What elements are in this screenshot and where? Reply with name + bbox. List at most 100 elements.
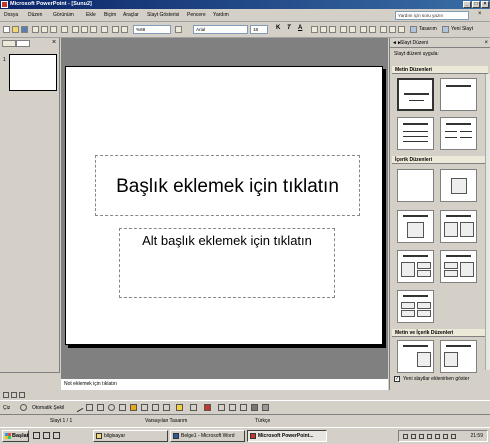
- underline-button[interactable]: A: [298, 25, 302, 31]
- rectangle-icon[interactable]: [97, 404, 104, 411]
- layout-title-2-over-content[interactable]: [440, 250, 477, 283]
- slide-sorter-icon[interactable]: [11, 392, 17, 398]
- paste-icon[interactable]: [90, 26, 97, 33]
- show-layout-checkbox[interactable]: ✓: [394, 376, 400, 382]
- slide-show-icon[interactable]: [19, 392, 25, 398]
- quicklaunch-ie-icon[interactable]: [33, 432, 40, 439]
- font-shrink-icon[interactable]: [369, 26, 376, 33]
- subtitle-placeholder[interactable]: Alt başlık eklemek için tıklatın: [119, 228, 335, 298]
- menu-gorunum[interactable]: Görünüm: [53, 12, 74, 18]
- align-left-icon[interactable]: [311, 26, 318, 33]
- menu-slayt-gosterisi[interactable]: Slayt Gösterisi: [147, 12, 179, 18]
- tray-messenger-icon[interactable]: [435, 434, 440, 439]
- title-placeholder[interactable]: Başlık eklemek için tıklatın: [95, 155, 360, 216]
- tray-display-icon[interactable]: [451, 434, 456, 439]
- email-icon[interactable]: [32, 26, 39, 33]
- copy-icon[interactable]: [81, 26, 88, 33]
- font-select[interactable]: Arial: [193, 25, 248, 34]
- new-slide-icon[interactable]: [442, 26, 449, 33]
- dash-style-icon[interactable]: [229, 404, 236, 411]
- quicklaunch-outlook-icon[interactable]: [53, 432, 60, 439]
- start-button[interactable]: Başlat: [2, 430, 29, 442]
- new-icon[interactable]: [3, 26, 10, 33]
- new-slide-button[interactable]: Yeni Slayt: [451, 26, 473, 32]
- layout-title-only[interactable]: [440, 78, 477, 111]
- minimize-button[interactable]: _: [463, 1, 471, 8]
- draw-menu-button[interactable]: Çiz: [3, 405, 10, 411]
- font-grow-icon[interactable]: [360, 26, 367, 33]
- tab-outline[interactable]: [2, 40, 16, 47]
- select-pointer-icon[interactable]: [20, 404, 27, 411]
- layout-title-slide[interactable]: [397, 78, 434, 111]
- increase-indent-icon[interactable]: [389, 26, 396, 33]
- tray-update-icon[interactable]: [443, 434, 448, 439]
- menu-bicim[interactable]: Biçim: [104, 12, 116, 18]
- cut-icon[interactable]: [72, 26, 79, 33]
- task-pane-nav-icon[interactable]: ◄►: [392, 38, 402, 48]
- picture-icon[interactable]: [163, 404, 170, 411]
- layout-title-content-2-over[interactable]: [397, 250, 434, 283]
- bullets-icon[interactable]: [349, 26, 356, 33]
- layout-title-two-content[interactable]: [440, 210, 477, 243]
- numbering-icon[interactable]: [340, 26, 347, 33]
- menu-yardim[interactable]: Yardım: [213, 12, 229, 18]
- print-icon[interactable]: [41, 26, 48, 33]
- open-icon[interactable]: [12, 26, 19, 33]
- print-preview-icon[interactable]: [50, 26, 57, 33]
- decrease-indent-icon[interactable]: [380, 26, 387, 33]
- tray-volume-icon[interactable]: [419, 434, 424, 439]
- arrow-style-icon[interactable]: [240, 404, 247, 411]
- line-style-icon[interactable]: [218, 404, 225, 411]
- layout-title-text-content[interactable]: [397, 340, 434, 373]
- line-color-icon[interactable]: [190, 404, 197, 411]
- undo-icon[interactable]: [101, 26, 108, 33]
- chart-icon[interactable]: [112, 26, 119, 33]
- tray-antivirus-icon[interactable]: [427, 434, 432, 439]
- layout-title-text[interactable]: [397, 117, 434, 150]
- font-size-select[interactable]: 18: [250, 25, 268, 34]
- layout-blank[interactable]: [397, 169, 434, 202]
- layout-title-content-text[interactable]: [440, 340, 477, 373]
- autoshapes-button[interactable]: Otomatik Şekil: [32, 405, 64, 411]
- help-search-input[interactable]: Yardım için soru yazın: [395, 11, 469, 20]
- clipart-icon[interactable]: [152, 404, 159, 411]
- spelling-icon[interactable]: [61, 26, 68, 33]
- 3d-icon[interactable]: [262, 404, 269, 411]
- design-icon[interactable]: [410, 26, 417, 33]
- save-icon[interactable]: [21, 26, 28, 33]
- arrow-icon[interactable]: [86, 404, 93, 411]
- design-button[interactable]: Tasarım: [419, 26, 437, 32]
- menu-araclar[interactable]: Araçlar: [123, 12, 139, 18]
- close-button[interactable]: ×: [481, 1, 489, 8]
- font-color-draw-icon[interactable]: [204, 404, 211, 411]
- align-center-icon[interactable]: [320, 26, 327, 33]
- oval-icon[interactable]: [108, 404, 115, 411]
- bold-button[interactable]: K: [276, 25, 280, 31]
- task-powerpoint[interactable]: Microsoft PowerPoint...: [247, 430, 327, 442]
- task-word[interactable]: Belge1 - Microsoft Word: [170, 430, 245, 442]
- table-icon[interactable]: [121, 26, 128, 33]
- fill-color-icon[interactable]: [176, 404, 183, 411]
- tray-network-icon[interactable]: [411, 434, 416, 439]
- layout-content[interactable]: [440, 169, 477, 202]
- slide-thumbnail[interactable]: [9, 54, 57, 91]
- menu-ekle[interactable]: Ekle: [86, 12, 96, 18]
- task-bilgisayar[interactable]: bilgisayar: [93, 430, 168, 442]
- slide-canvas[interactable]: Başlık eklemek için tıklatın Alt başlık …: [65, 66, 383, 345]
- panel-close-icon[interactable]: ×: [52, 39, 56, 46]
- textbox-icon[interactable]: [119, 404, 126, 411]
- zoom-select[interactable]: %68: [133, 25, 171, 34]
- task-pane-scrollbar[interactable]: [485, 74, 490, 370]
- menu-pencere[interactable]: Pencere: [187, 12, 206, 18]
- italic-button[interactable]: T: [287, 25, 291, 31]
- wordart-icon[interactable]: [130, 404, 137, 411]
- line-icon[interactable]: [73, 402, 84, 413]
- menu-dosya[interactable]: Dosya: [4, 12, 18, 18]
- normal-view-icon[interactable]: [3, 392, 9, 398]
- layout-two-column-text[interactable]: [440, 117, 477, 150]
- layout-title-content[interactable]: [397, 210, 434, 243]
- menu-duzen[interactable]: Düzen: [28, 12, 42, 18]
- diagram-icon[interactable]: [141, 404, 148, 411]
- font-color-icon[interactable]: [398, 26, 405, 33]
- close-document-icon[interactable]: ×: [478, 11, 482, 17]
